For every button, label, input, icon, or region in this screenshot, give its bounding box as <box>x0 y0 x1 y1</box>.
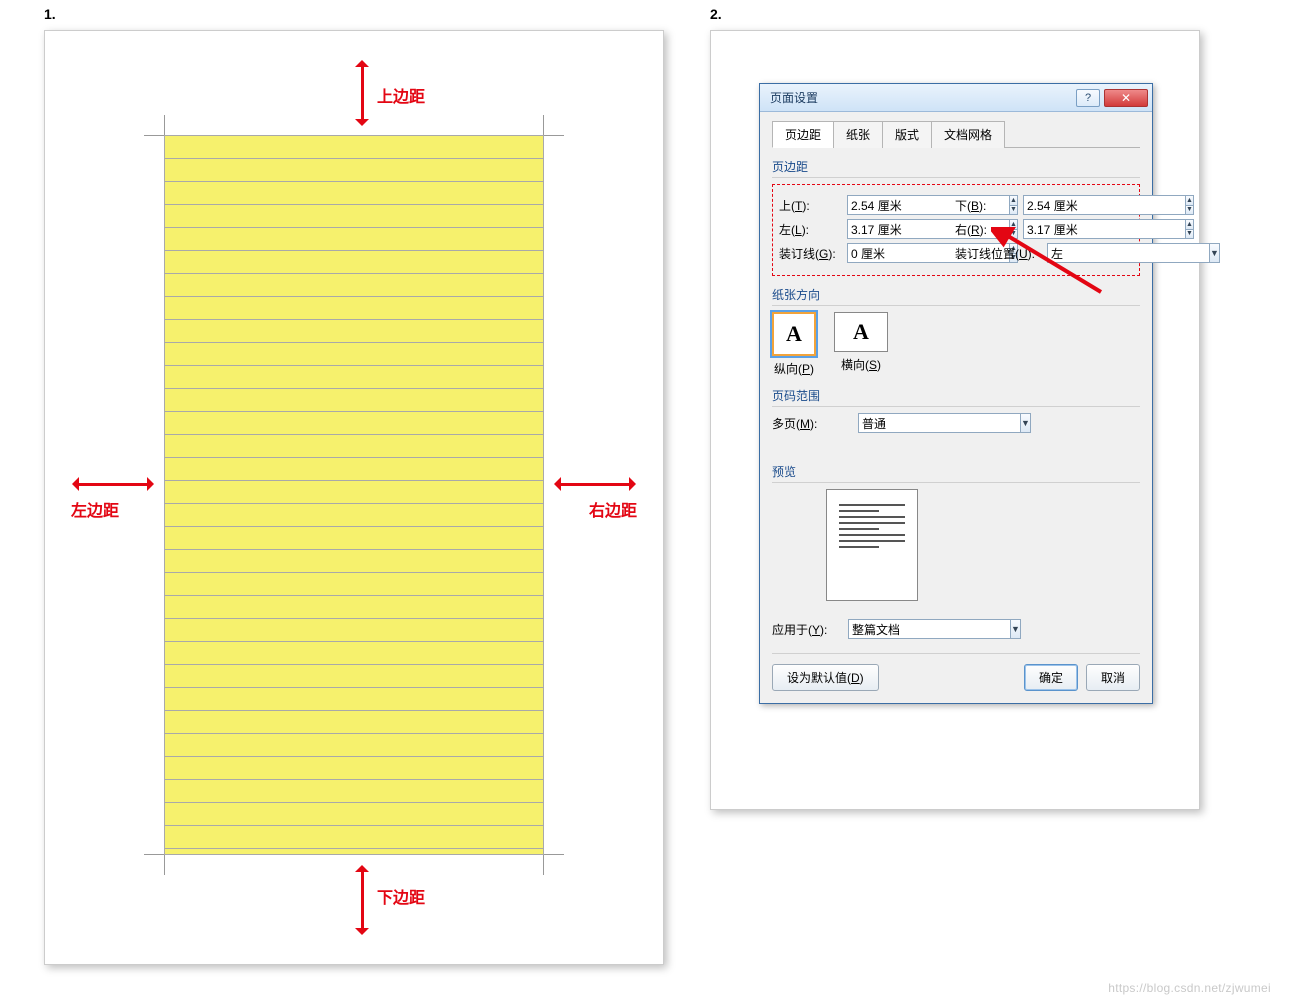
apply-to-combo[interactable]: ▼ <box>848 619 944 639</box>
page-body <box>164 135 544 855</box>
portrait-caption: 纵向(P) <box>772 360 816 377</box>
margin-right-spinner[interactable]: ▲▼ <box>1023 219 1115 239</box>
set-default-button[interactable]: 设为默认值(D) <box>772 664 879 691</box>
group-pagerange-title: 页码范围 <box>772 387 1140 407</box>
help-button[interactable]: ? <box>1076 89 1100 107</box>
apply-to-label: 应用于(Y): <box>772 621 842 638</box>
margin-bottom-input[interactable] <box>1023 195 1185 215</box>
margin-bottom-spinner[interactable]: ▲▼ <box>1023 195 1115 215</box>
multipage-input[interactable] <box>858 413 1020 433</box>
dropdown-icon[interactable]: ▼ <box>1010 619 1021 639</box>
gutter-label: 装订线(G): <box>779 245 841 262</box>
watermark: https://blog.csdn.net/zjwumei <box>1108 981 1271 995</box>
group-margins-title: 页边距 <box>772 158 1140 178</box>
close-icon: ✕ <box>1121 91 1131 105</box>
tab-layout[interactable]: 版式 <box>882 121 932 148</box>
left-margin-label: 左边距 <box>71 497 119 521</box>
tab-grid[interactable]: 文档网格 <box>931 121 1005 148</box>
right-margin-arrow <box>547 477 643 491</box>
dropdown-icon[interactable]: ▼ <box>1209 243 1220 263</box>
dialog-tabs: 页边距 纸张 版式 文档网格 <box>772 120 1140 148</box>
margin-left-label: 左(L): <box>779 221 841 238</box>
spin-down-icon[interactable]: ▼ <box>1185 206 1194 216</box>
margin-bottom-label: 下(B): <box>955 197 1017 214</box>
ok-button[interactable]: 确定 <box>1024 664 1078 691</box>
step-2-label: 2. <box>710 6 722 22</box>
margin-right-input[interactable] <box>1023 219 1185 239</box>
group-preview-title: 预览 <box>772 463 1140 483</box>
spin-up-icon[interactable]: ▲ <box>1185 219 1194 230</box>
margin-left-spinner[interactable]: ▲▼ <box>847 219 939 239</box>
landscape-icon: A <box>834 312 888 352</box>
apply-to-input[interactable] <box>848 619 1010 639</box>
dialog-title: 页面设置 <box>770 89 1072 106</box>
page-diagram-panel: 上边距 下边距 左边距 右边距 <box>44 30 664 965</box>
landscape-caption: 横向(S) <box>834 356 888 373</box>
page-setup-dialog: 页面设置 ? ✕ 页边距 纸张 版式 文档网格 页边距 上(T): ▲▼ <box>759 83 1153 704</box>
spin-down-icon[interactable]: ▼ <box>1185 230 1194 240</box>
margin-top-label: 上(T): <box>779 197 841 214</box>
margin-right-label: 右(R): <box>955 221 1017 238</box>
tab-paper[interactable]: 纸张 <box>833 121 883 148</box>
orientation-landscape[interactable]: A 横向(S) <box>834 312 888 377</box>
step-1-label: 1. <box>44 6 56 22</box>
orientation-portrait[interactable]: A 纵向(P) <box>772 312 816 377</box>
tab-margins[interactable]: 页边距 <box>772 121 834 148</box>
bottom-margin-arrow <box>355 858 369 942</box>
multipage-label: 多页(M): <box>772 415 834 432</box>
right-margin-label: 右边距 <box>589 497 637 521</box>
dialog-titlebar[interactable]: 页面设置 ? ✕ <box>760 84 1152 112</box>
gutter-pos-combo[interactable]: ▼ <box>1047 243 1125 263</box>
top-margin-arrow <box>355 53 369 133</box>
dialog-panel: 页面设置 ? ✕ 页边距 纸张 版式 文档网格 页边距 上(T): ▲▼ <box>710 30 1200 810</box>
margin-top-spinner[interactable]: ▲▼ <box>847 195 939 215</box>
top-margin-label: 上边距 <box>377 83 425 107</box>
group-orientation-title: 纸张方向 <box>772 286 1140 306</box>
multipage-combo[interactable]: ▼ <box>858 413 970 433</box>
help-icon: ? <box>1085 92 1091 104</box>
close-button[interactable]: ✕ <box>1104 89 1148 107</box>
cancel-button[interactable]: 取消 <box>1086 664 1140 691</box>
spin-up-icon[interactable]: ▲ <box>1185 195 1194 206</box>
gutter-spinner[interactable]: ▲▼ <box>847 243 939 263</box>
page-outline: 上边距 下边距 左边距 右边距 <box>59 45 649 950</box>
preview-thumbnail <box>826 489 918 601</box>
bottom-margin-label: 下边距 <box>377 884 425 908</box>
left-margin-arrow <box>65 477 161 491</box>
gutter-pos-input[interactable] <box>1047 243 1209 263</box>
dropdown-icon[interactable]: ▼ <box>1020 413 1031 433</box>
gutter-pos-label: 装订线位置(U): <box>955 245 1041 262</box>
portrait-icon: A <box>772 312 816 356</box>
margins-highlight-box: 上(T): ▲▼ 下(B): ▲▼ 左(L): <box>772 184 1140 276</box>
